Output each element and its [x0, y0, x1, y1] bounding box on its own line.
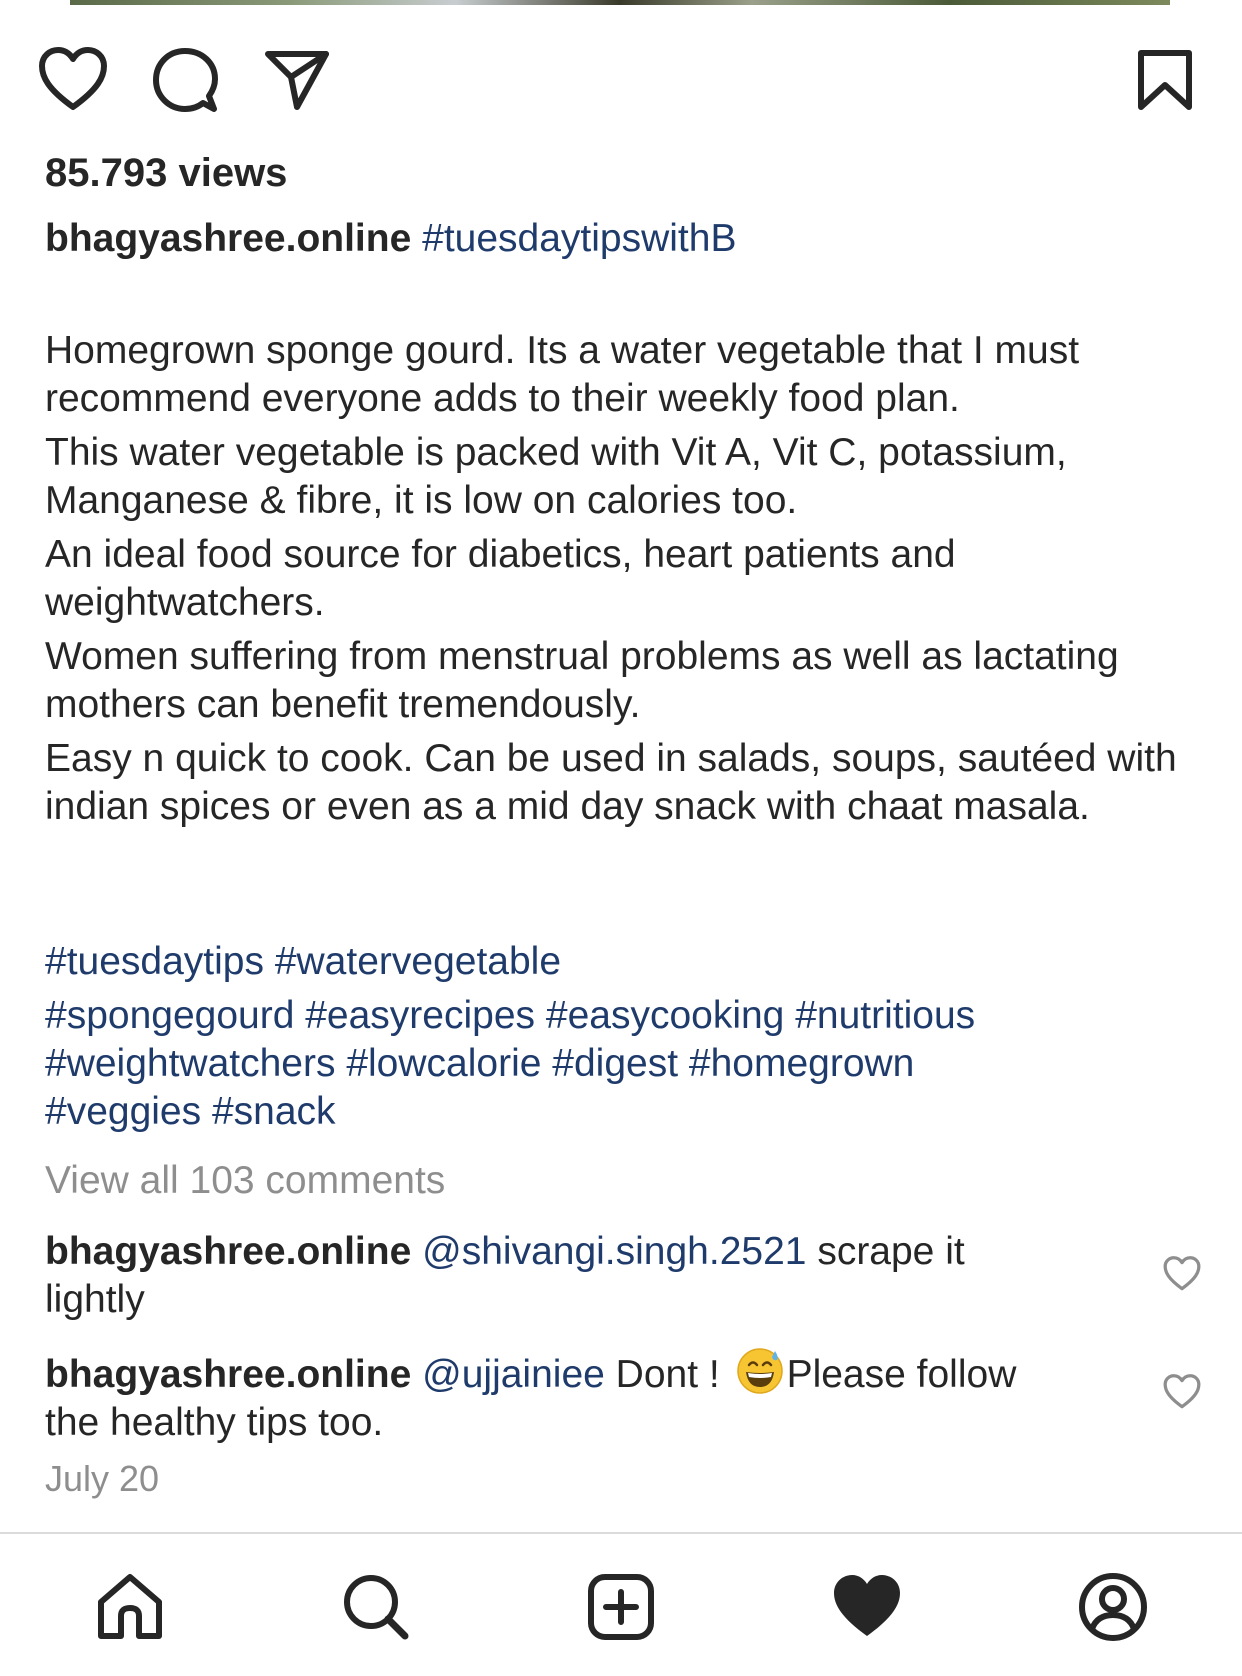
- caption-paragraph: This water vegetable is packed with Vit …: [45, 431, 1067, 522]
- post-media-edge: [70, 0, 1170, 5]
- caption-paragraph: Homegrown sponge gourd. Its a water vege…: [45, 329, 1080, 420]
- tab-home[interactable]: [85, 1562, 175, 1652]
- hashtag-link[interactable]: #snack: [212, 1090, 336, 1133]
- home-icon: [98, 1574, 162, 1639]
- hashtag-link[interactable]: #homegrown: [689, 1042, 914, 1085]
- search-icon: [344, 1575, 409, 1640]
- comment-text: lightly: [45, 1278, 145, 1321]
- comment-author[interactable]: bhagyashree.online: [45, 1353, 411, 1396]
- heart-icon: [39, 47, 107, 110]
- heart-icon: [1163, 1374, 1201, 1409]
- activity-heart-icon: [834, 1575, 900, 1636]
- hashtag-link[interactable]: #lowcalorie: [346, 1042, 541, 1085]
- comment-mention[interactable]: @shivangi.singh.2521: [422, 1230, 806, 1273]
- hashtag-link[interactable]: #watervegetable: [275, 940, 561, 983]
- comment-text: Dont !: [604, 1353, 731, 1396]
- caption-hashtag[interactable]: #tuesdaytipswithB: [422, 217, 736, 260]
- hashtag-link[interactable]: #easycooking: [546, 994, 785, 1037]
- views-count[interactable]: 85.793 views: [45, 148, 287, 198]
- share-button[interactable]: [257, 40, 337, 120]
- profile-icon: [1079, 1573, 1147, 1641]
- tab-activity[interactable]: [822, 1562, 912, 1652]
- comment-like-button[interactable]: [1160, 1252, 1204, 1296]
- bookmark-icon: [1138, 50, 1192, 110]
- bottom-tab-bar: [0, 1534, 1242, 1676]
- comment-author[interactable]: bhagyashree.online: [45, 1230, 411, 1273]
- comment-item: bhagyashree.online @shivangi.singh.2521 …: [45, 1228, 1125, 1324]
- comment-text: scrape it: [806, 1230, 965, 1273]
- tab-profile[interactable]: [1068, 1562, 1158, 1652]
- caption-header: bhagyashree.online #tuesdaytipswithB: [45, 215, 1195, 263]
- comment-text: the healthy tips too.: [45, 1401, 384, 1444]
- hashtag-link[interactable]: #tuesdaytips: [45, 940, 264, 983]
- grinning-face-with-sweat-icon: [736, 1348, 783, 1394]
- hashtag-link[interactable]: #nutritious: [795, 994, 975, 1037]
- post-action-bar: [0, 40, 1242, 120]
- comment-item: bhagyashree.online @ujjainiee Dont ! Ple…: [45, 1345, 1125, 1447]
- caption-paragraph: Women suffering from menstrual problems …: [45, 635, 1119, 726]
- caption-author[interactable]: bhagyashree.online: [45, 217, 411, 260]
- new-post-icon: [588, 1574, 654, 1640]
- hashtag-link[interactable]: #veggies: [45, 1090, 201, 1133]
- post-date: July 20: [45, 1458, 160, 1499]
- share-icon: [265, 51, 329, 110]
- comment-text: Please follow: [786, 1353, 1017, 1396]
- hashtag-link[interactable]: #weightwatchers: [45, 1042, 335, 1085]
- tab-search[interactable]: [331, 1562, 421, 1652]
- hashtag-link[interactable]: #spongegourd: [45, 994, 294, 1037]
- save-button[interactable]: [1125, 40, 1205, 120]
- comment-button[interactable]: [145, 40, 225, 120]
- caption-paragraph: Easy n quick to cook. Can be used in sal…: [45, 737, 1177, 828]
- caption-body: Homegrown sponge gourd. Its a water vege…: [45, 327, 1215, 837]
- hashtag-link[interactable]: #digest: [552, 1042, 678, 1085]
- hashtag-list: #tuesdaytips #watervegetable #spongegour…: [45, 938, 1195, 1136]
- view-all-comments-link[interactable]: View all 103 comments: [45, 1157, 445, 1205]
- like-button[interactable]: [33, 40, 113, 120]
- tab-new-post[interactable]: [576, 1562, 666, 1652]
- caption-paragraph: An ideal food source for diabetics, hear…: [45, 533, 956, 624]
- hashtag-link[interactable]: #easyrecipes: [305, 994, 535, 1037]
- comment-mention[interactable]: @ujjainiee: [422, 1353, 605, 1396]
- comment-like-button[interactable]: [1160, 1370, 1204, 1414]
- heart-icon: [1163, 1256, 1201, 1291]
- comment-icon: [153, 48, 218, 112]
